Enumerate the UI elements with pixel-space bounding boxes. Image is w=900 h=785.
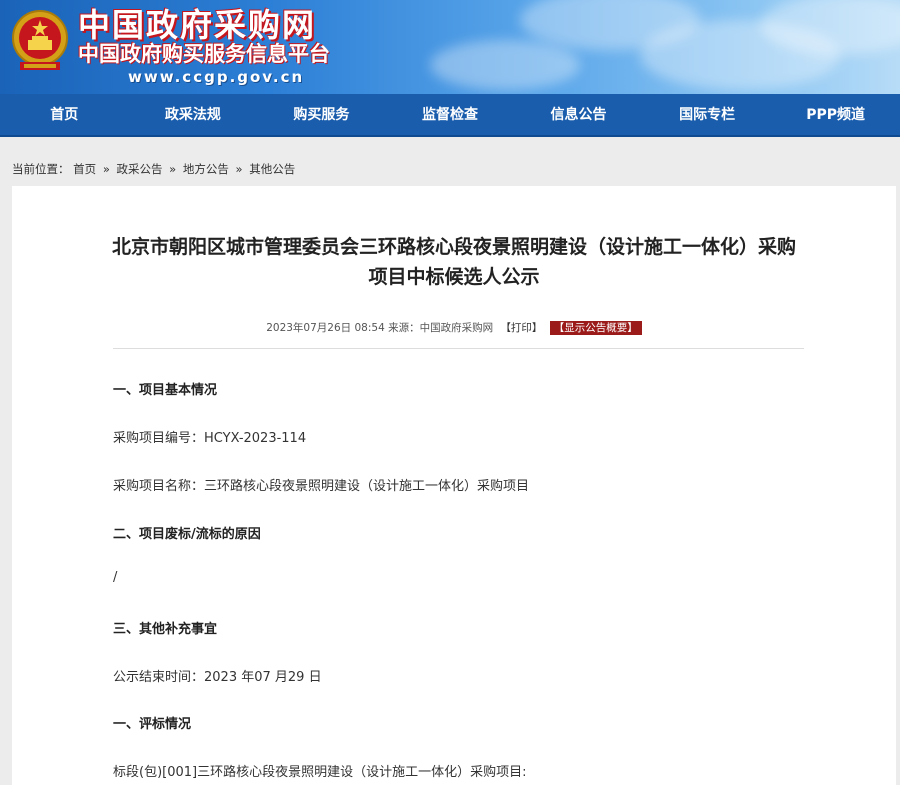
breadcrumb-link-announcements[interactable]: 政采公告 xyxy=(117,162,163,176)
nav-item-international[interactable]: 国际专栏 xyxy=(643,94,772,137)
breadcrumb-separator: » xyxy=(102,162,110,176)
national-emblem-icon xyxy=(12,10,68,70)
site-url: www.ccgp.gov.cn xyxy=(128,68,305,86)
divider xyxy=(113,348,804,349)
print-link[interactable]: 【打印】 xyxy=(500,322,542,334)
breadcrumb-link-local[interactable]: 地方公告 xyxy=(183,162,229,176)
article-title-line-2: 项目中标候选人公示 xyxy=(368,266,540,288)
article-card: 北京市朝阳区城市管理委员会三环路核心段夜景照明建设（设计施工一体化）采购 项目中… xyxy=(12,186,896,785)
nav-item-supervision[interactable]: 监督检查 xyxy=(386,94,515,137)
failure-reason-value: / xyxy=(113,570,118,585)
section-heading-basic-info: 一、项目基本情况 xyxy=(113,383,218,398)
section-heading-supplementary: 三、其他补充事宜 xyxy=(113,622,218,637)
site-name: 中国政府采购网 xyxy=(78,6,317,44)
breadcrumb-prefix: 当前位置： xyxy=(12,162,70,176)
project-number: 采购项目编号：HCYX-2023-114 xyxy=(113,431,307,446)
breadcrumb: 当前位置： 首页 » 政采公告 » 地方公告 » 其他公告 xyxy=(12,161,295,177)
project-name: 采购项目名称：三环路核心段夜景照明建设（设计施工一体化）采购项目 xyxy=(113,479,530,494)
breadcrumb-link-home[interactable]: 首页 xyxy=(73,162,96,176)
site-header: 中国政府采购网 中国政府购买服务信息平台 www.ccgp.gov.cn xyxy=(0,0,900,94)
lot-description: 标段(包)[001]三环路核心段夜景照明建设（设计施工一体化）采购项目: xyxy=(113,765,527,780)
breadcrumb-link-other[interactable]: 其他公告 xyxy=(249,162,295,176)
show-summary-button[interactable]: 【显示公告概要】 xyxy=(549,321,642,335)
nav-item-ppp[interactable]: PPP频道 xyxy=(771,94,900,137)
article-title-line-1: 北京市朝阳区城市管理委员会三环路核心段夜景照明建设（设计施工一体化）采购 xyxy=(111,236,796,258)
article-date-source: 2023年07月26日 08:54 来源：中国政府采购网 xyxy=(266,322,494,334)
nav-item-purchase-services[interactable]: 购买服务 xyxy=(257,94,386,137)
site-subtitle: 中国政府购买服务信息平台 xyxy=(78,42,330,66)
article-title: 北京市朝阳区城市管理委员会三环路核心段夜景照明建设（设计施工一体化）采购 项目中… xyxy=(32,232,876,292)
section-heading-evaluation: 一、评标情况 xyxy=(113,717,192,732)
breadcrumb-separator: » xyxy=(169,162,177,176)
nav-item-home[interactable]: 首页 xyxy=(0,94,129,137)
article-meta: 2023年07月26日 08:54 来源：中国政府采购网 【打印】 【显示公告概… xyxy=(12,320,896,335)
nav-item-regulations[interactable]: 政采法规 xyxy=(129,94,258,137)
section-heading-failure-reason: 二、项目废标/流标的原因 xyxy=(113,527,261,542)
breadcrumb-separator: » xyxy=(235,162,243,176)
publicity-end-date: 公示结束时间：2023 年07 月29 日 xyxy=(113,670,322,685)
main-nav: 首页 政采法规 购买服务 监督检查 信息公告 国际专栏 PPP频道 xyxy=(0,94,900,137)
nav-item-announcements[interactable]: 信息公告 xyxy=(514,94,643,137)
